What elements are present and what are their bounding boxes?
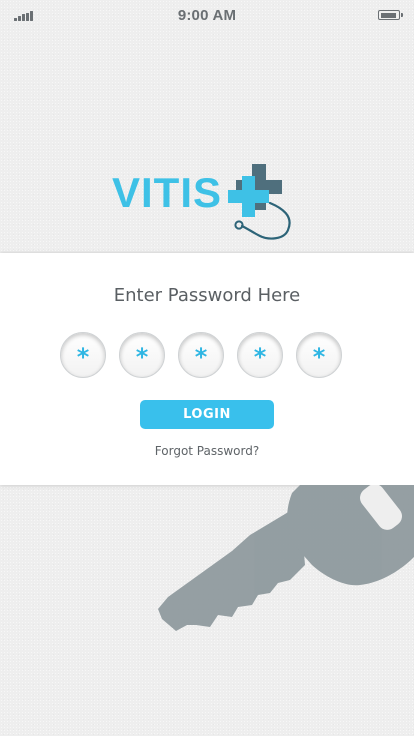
pin-digit-4[interactable]: *: [237, 332, 283, 378]
pin-digit-3[interactable]: *: [178, 332, 224, 378]
pin-digit-1[interactable]: *: [60, 332, 106, 378]
medical-cross-stethoscope-icon: [228, 164, 291, 240]
pin-mask: *: [135, 343, 149, 371]
pin-mask: *: [312, 343, 326, 371]
status-bar: 9:00 AM: [0, 0, 414, 32]
login-button[interactable]: LOGIN: [140, 400, 274, 429]
status-time: 9:00 AM: [177, 7, 237, 24]
key-illustration: [0, 485, 414, 736]
pin-mask: *: [253, 343, 267, 371]
app-logo: VITIS: [112, 160, 302, 246]
forgot-password-link[interactable]: Forgot Password?: [0, 444, 414, 458]
battery-icon: [378, 10, 403, 20]
pin-mask: *: [194, 343, 208, 371]
logo-text: VITIS: [112, 169, 223, 216]
pin-mask: *: [76, 343, 90, 371]
pin-digit-5[interactable]: *: [296, 332, 342, 378]
pin-input-row: * * * * *: [60, 332, 354, 380]
password-card: Enter Password Here * * * * * LOGIN Forg…: [0, 253, 414, 485]
key-icon: [158, 485, 414, 631]
pin-digit-2[interactable]: *: [119, 332, 165, 378]
password-prompt: Enter Password Here: [113, 285, 301, 306]
